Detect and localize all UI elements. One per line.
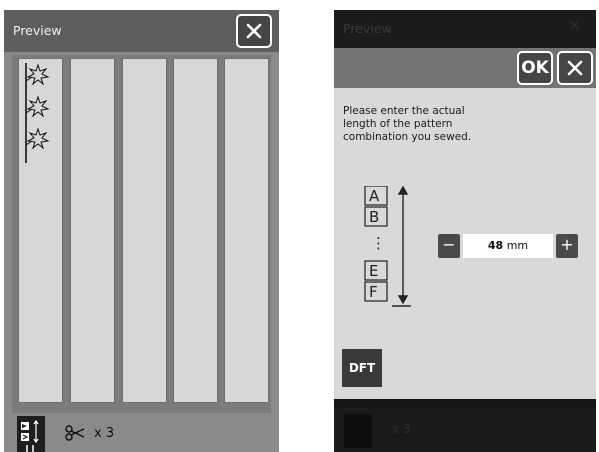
mirror-button[interactable]: [17, 416, 45, 452]
length-value-field[interactable]: 48 mm: [463, 234, 553, 258]
title-bar: Preview: [4, 10, 279, 52]
preview-screen: Preview x 3: [4, 10, 279, 452]
repeat-count: x 3: [94, 426, 115, 441]
preview-column-5: [224, 58, 269, 403]
length-stepper: − 48 mm +: [438, 234, 578, 258]
pattern-letter-b: B: [369, 208, 379, 226]
star-stitch-pattern-icon: [25, 63, 50, 163]
scissors-repeat-icon: [65, 425, 85, 441]
pattern-letter-e: E: [369, 262, 378, 280]
dialog-header: OK: [334, 48, 596, 88]
pattern-letter-f: F: [369, 283, 378, 301]
length-unit: mm: [506, 239, 529, 252]
background-title-bar: Preview ✕: [334, 10, 596, 48]
default-button[interactable]: DFT: [342, 349, 382, 387]
decrease-button[interactable]: −: [438, 234, 460, 258]
length-value: 48: [487, 239, 504, 252]
bottom-toolbar: x 3: [4, 413, 279, 452]
background-close-icon: ✕: [568, 16, 582, 35]
preview-column-3: [122, 58, 167, 403]
ok-button[interactable]: OK: [517, 51, 553, 85]
dialog-close-button[interactable]: [557, 51, 593, 85]
vertical-length-arrow-icon: [392, 186, 411, 307]
background-mirror-icon: [344, 414, 372, 448]
mirror-pattern-icon: [21, 419, 39, 452]
increase-button[interactable]: +: [556, 234, 578, 258]
preview-column-1: [18, 58, 63, 403]
close-button[interactable]: [236, 14, 272, 48]
instruction-text: Please enter the actual length of the pa…: [343, 105, 472, 143]
preview-column-4: [173, 58, 218, 403]
length-adjust-screen: Preview ✕ OK Please enter the actual len…: [334, 10, 596, 452]
background-repeat-count: x 3: [392, 422, 411, 436]
background-screen-title: Preview: [343, 21, 392, 36]
close-icon: [246, 23, 262, 39]
background-bottom-toolbar: x 3: [334, 408, 596, 452]
close-icon: [567, 60, 583, 76]
pattern-length-diagram: A B ⋮ E F: [364, 186, 411, 307]
preview-column-2: [70, 58, 115, 403]
preview-area: [12, 55, 271, 413]
screen-title: Preview: [13, 23, 62, 38]
pattern-letter-a: A: [369, 187, 380, 205]
length-dialog: OK Please enter the actual length of the…: [334, 48, 596, 399]
pattern-ellipsis: ⋮: [371, 234, 386, 252]
